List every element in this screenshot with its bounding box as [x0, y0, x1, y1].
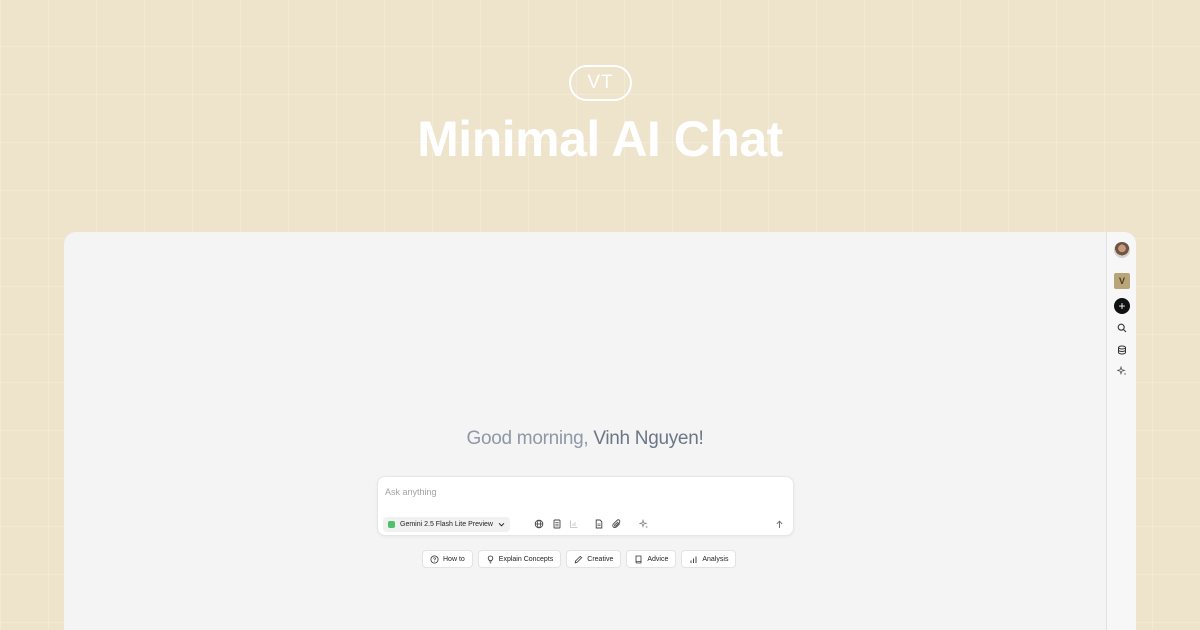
document-tool[interactable] [551, 518, 563, 530]
send-button[interactable] [772, 517, 786, 531]
arrow-up-icon [775, 520, 783, 528]
database-icon [1118, 345, 1126, 355]
book-icon [635, 555, 642, 563]
file-icon [595, 519, 603, 529]
suggestion-label: How to [443, 555, 465, 563]
greeting-salutation: Good morning, [466, 428, 589, 449]
document-icon [553, 519, 561, 529]
greeting-user-name: Vinh Nguyen! [593, 428, 704, 449]
file-tool[interactable] [593, 518, 605, 530]
lightbulb-icon [487, 555, 493, 563]
bar-chart-icon [690, 556, 697, 563]
suggestion-label: Analysis [702, 555, 729, 563]
brand-logo: VT [569, 65, 632, 101]
suggestion-label: Advice [647, 555, 669, 563]
sparkle-icon [1117, 366, 1127, 376]
new-chat-button[interactable]: + [1114, 298, 1130, 314]
suggestion-analysis[interactable]: Analysis [681, 550, 737, 568]
app-window: V + Good morning, Vinh Nguyen! Gemini 2.… [64, 232, 1136, 630]
chart-tool[interactable] [568, 518, 580, 530]
hero-banner: VT Minimal AI Chat [0, 0, 1200, 232]
hero-title: Minimal AI Chat [417, 111, 783, 167]
attach-button[interactable] [611, 518, 623, 530]
chevron-down-icon [498, 522, 505, 527]
right-sidebar: V + [1106, 232, 1136, 630]
model-selector[interactable]: Gemini 2.5 Flash Lite Preview [383, 517, 510, 532]
suggestion-chips: How to Explain Concepts Creative Advice … [422, 550, 737, 568]
suggestion-creative[interactable]: Creative [566, 550, 622, 568]
suggestion-explain-concepts[interactable]: Explain Concepts [477, 550, 562, 568]
pencil-icon [574, 555, 583, 563]
search-icon [1117, 323, 1127, 333]
chat-composer: Gemini 2.5 Flash Lite Preview [377, 476, 794, 536]
user-avatar[interactable] [1114, 242, 1130, 258]
chart-icon [570, 520, 578, 528]
suggestion-label: Explain Concepts [498, 555, 554, 563]
globe-icon [534, 519, 544, 529]
plus-icon: + [1118, 299, 1126, 313]
suggestion-label: Creative [587, 555, 614, 563]
enhance-prompt-button[interactable] [638, 518, 650, 530]
search-button[interactable] [1114, 320, 1130, 336]
web-search-toggle[interactable] [533, 518, 545, 530]
greeting: Good morning, Vinh Nguyen! [64, 428, 1106, 450]
paperclip-icon [612, 519, 621, 529]
model-provider-icon [388, 521, 395, 528]
app-logo[interactable]: V [1114, 273, 1130, 289]
sparkle-icon [639, 519, 649, 529]
sparkle-button[interactable] [1114, 363, 1130, 379]
model-name: Gemini 2.5 Flash Lite Preview [400, 521, 493, 528]
suggestion-how-to[interactable]: How to [422, 550, 473, 568]
library-button[interactable] [1114, 342, 1130, 358]
suggestion-advice[interactable]: Advice [626, 550, 677, 568]
chat-input[interactable] [385, 484, 765, 500]
help-circle-icon [430, 555, 439, 563]
